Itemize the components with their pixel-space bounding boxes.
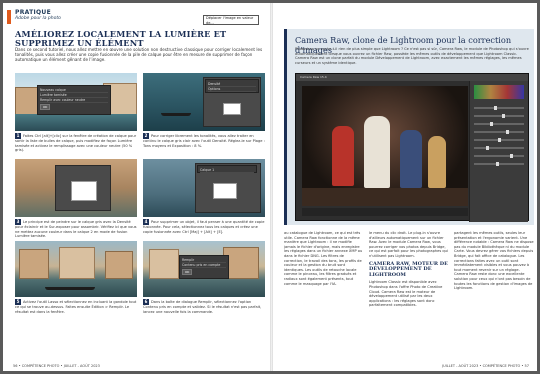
step-3: 3 Le principe est de peindre sur le calqu… — [15, 159, 137, 239]
step-1: Nouveau calque Lumière tamisée Remplir a… — [15, 73, 137, 157]
content-aware-option[interactable]: Contenu pris en compte — [182, 263, 226, 268]
step-5-screenshot — [15, 241, 137, 297]
step-4: Calque 1 4 Pour supprimer un objet, il fa… — [143, 159, 265, 239]
article-lead: Dans ce second tutoriel, nous allez mett… — [15, 47, 263, 63]
slider[interactable] — [474, 154, 524, 158]
fill-neutral-checkbox[interactable]: Remplir avec couleur neutre — [40, 98, 108, 103]
step-5-caption: 5 Activez l'outil Lasso et sélectionnez e… — [15, 299, 137, 314]
adjustments-panel — [469, 81, 528, 222]
ok-button[interactable]: OK — [182, 269, 193, 275]
subsection-label: Adobe pour la photo — [15, 16, 61, 21]
subheading: CAMERA RAW, MOTEUR DE DÉVELOPPEMENT DE L… — [369, 260, 448, 278]
column-2: le menu du clic droit. Le plug-in s'ouvr… — [369, 231, 449, 308]
slider[interactable] — [474, 162, 524, 166]
slider[interactable] — [474, 114, 524, 118]
caption-text: Pour corriger librement les tonalités, v… — [143, 134, 265, 148]
caption-text: Dans la boîte de dialogue Remplir, sélec… — [143, 300, 262, 314]
slider[interactable] — [474, 122, 524, 126]
layer-row: Calque 1 — [197, 165, 257, 173]
caption-text: Activez l'outil Lasso et sélectionnez en… — [15, 300, 137, 314]
tooltip-callout: Déplacer l'image en valeur de... — [203, 15, 259, 25]
slider[interactable] — [474, 138, 524, 142]
article-title: AMÉLIOREZ LOCALEMENT LA LUMIÈRE ET SUPPR… — [15, 29, 227, 48]
caption-text: Faites Ctrl [alt]+[clic] sur la fenêtre … — [15, 134, 137, 152]
filmstrip[interactable] — [302, 208, 468, 216]
step-1-screenshot: Nouveau calque Lumière tamisée Remplir a… — [15, 73, 137, 131]
step-2-caption: 2 Pour corriger librement les tonalités, … — [143, 133, 265, 148]
new-layer-dialog: Nouveau calque Lumière tamisée Remplir a… — [37, 85, 111, 115]
step-6: Remplir Contenu pris en compte OK 6 Dans … — [143, 241, 265, 351]
slider[interactable] — [474, 106, 524, 110]
layer-thumb — [71, 181, 97, 201]
caption-text: Pour supprimer un objet, il faut penser … — [143, 220, 265, 234]
caption-text: Le principe est de peindre sur le calque… — [15, 220, 137, 238]
right-page: Camera Raw, clone de Lightroom pour la c… — [272, 3, 537, 371]
dodge-options: Densité Options — [205, 79, 259, 93]
left-page: PRATIQUE Adobe pour la photo Déplacer l'… — [3, 3, 271, 371]
step-4-caption: 4 Pour supprimer un objet, il faut penser… — [143, 219, 265, 234]
merged-thumb — [213, 183, 237, 199]
camera-raw-box: Camera Raw, clone de Lightroom pour la c… — [284, 29, 534, 225]
column-1: au catalogue de Lightroom, ce qui est tr… — [284, 231, 363, 286]
step-1-caption: 1 Faites Ctrl [alt]+[clic] sur la fenêtre… — [15, 133, 137, 153]
gray-swatch — [223, 103, 241, 115]
column-3: partagent les mêmes outils, seules leur … — [454, 231, 534, 291]
section-accent-bar — [7, 10, 11, 24]
section-label: PRATIQUE — [15, 9, 51, 16]
camera-raw-window: Camera Raw 15.4 — [295, 73, 529, 222]
step-3-caption: 3 Le principe est de peindre sur le calqu… — [15, 219, 137, 239]
step-2: Densité Options 2 Pour corriger librement… — [143, 73, 265, 157]
step-6-caption: 6 Dans la boîte de dialogue Remplir, séle… — [143, 299, 265, 314]
column-2-text-after: Lightroom Classic est disponible avec Ph… — [369, 280, 443, 308]
raw-preview-photo — [302, 86, 468, 206]
window-title: Camera Raw 15.4 — [296, 74, 528, 81]
ok-button[interactable]: OK — [40, 104, 51, 110]
step-3-screenshot — [15, 159, 137, 217]
histogram — [474, 85, 524, 99]
right-footer: JUILLET - AOÛT 2023 • COMPÉTENCE PHOTO •… — [442, 364, 529, 368]
step-4-screenshot: Calque 1 — [143, 159, 265, 217]
left-footer: 56 • COMPÉTENCE PHOTO • JUILLET - AOÛT 2… — [13, 364, 100, 368]
slider[interactable] — [474, 146, 524, 150]
column-2-text: le menu du clic droit. Le plug-in s'ouvr… — [369, 231, 448, 258]
fill-dialog: Remplir Contenu pris en compte OK — [179, 255, 229, 279]
magazine-spread: PRATIQUE Adobe pour la photo Déplacer l'… — [3, 3, 537, 371]
step-6-screenshot: Remplir Contenu pris en compte OK — [143, 241, 265, 297]
layer-name: Calque 1 — [200, 168, 254, 173]
slider[interactable] — [474, 130, 524, 134]
options-label: Options — [208, 87, 256, 92]
step-5: 5 Activez l'outil Lasso et sélectionnez e… — [15, 241, 137, 351]
step-2-screenshot: Densité Options — [143, 73, 265, 131]
box-text: Photoshop ne cache-t-il rien de plus sim… — [295, 47, 529, 65]
